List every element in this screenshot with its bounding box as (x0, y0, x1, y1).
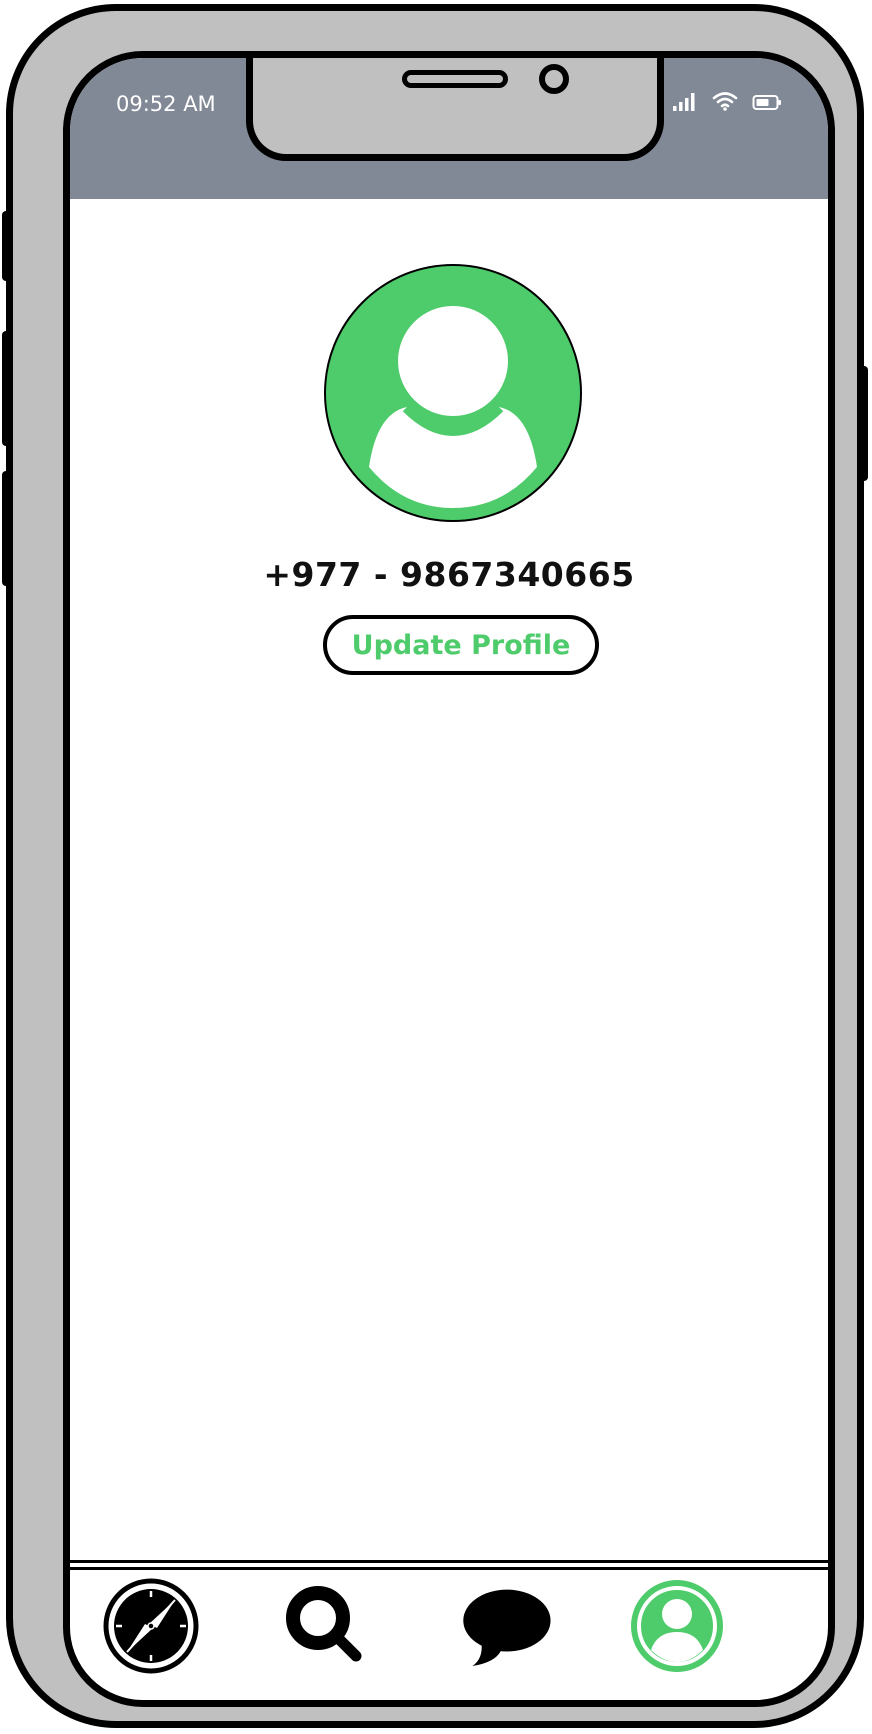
phone-number: +977 - 9867340665 (263, 555, 635, 594)
search-icon (286, 1586, 362, 1662)
mute-switch (2, 211, 10, 281)
chat-bubble-icon (463, 1589, 551, 1666)
tab-messages[interactable] (456, 1576, 556, 1676)
tab-profile[interactable] (627, 1576, 727, 1676)
tab-search[interactable] (276, 1576, 376, 1676)
speaker (402, 70, 508, 88)
status-time: 09:52 AM (116, 92, 216, 116)
front-camera (539, 64, 569, 94)
tab-bar (70, 1570, 828, 1674)
notch (246, 58, 664, 161)
volume-down-button (2, 471, 10, 586)
volume-up-button (2, 331, 10, 446)
tab-bar-divider (70, 1560, 828, 1570)
status-icons (672, 91, 782, 111)
profile-icon (631, 1580, 723, 1672)
user-avatar-icon[interactable] (323, 263, 583, 523)
status-bar: 09:52 AM (70, 58, 828, 199)
signal-icon (673, 93, 695, 111)
compass-icon (103, 1578, 199, 1674)
wifi-icon (712, 92, 738, 111)
update-profile-button[interactable]: Update Profile (323, 615, 599, 675)
tab-explore[interactable] (101, 1576, 201, 1676)
power-button (860, 366, 868, 481)
battery-icon (752, 95, 781, 110)
screen: 09:52 AM +977 - 9867340665 Update Profil… (63, 51, 835, 1707)
phone-frame: 09:52 AM +977 - 9867340665 Update Profil… (2, 4, 868, 1728)
